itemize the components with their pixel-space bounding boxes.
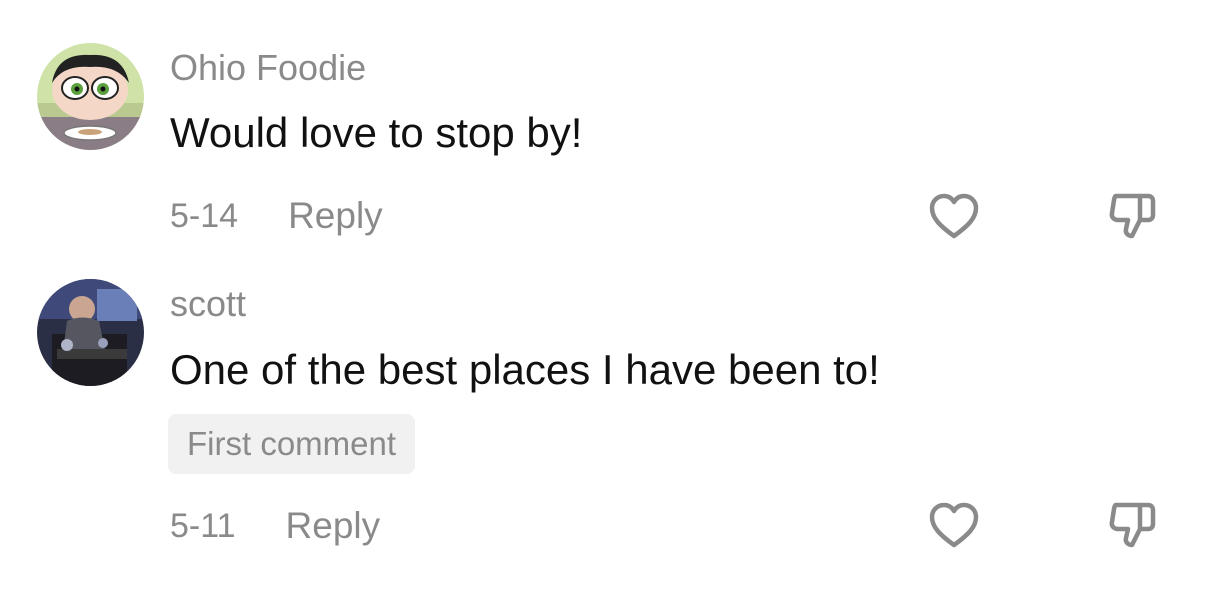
comment-meta: 5-14 Reply — [170, 195, 383, 237]
heart-icon — [929, 502, 979, 548]
comment-date: 5-11 — [170, 506, 236, 545]
comment-date: 5-14 — [170, 196, 239, 235]
dislike-button[interactable] — [1104, 188, 1160, 244]
username[interactable]: scott — [170, 286, 246, 322]
username[interactable]: Ohio Foodie — [170, 50, 366, 86]
reply-button[interactable]: Reply — [288, 195, 383, 237]
avatar[interactable] — [37, 43, 144, 150]
dislike-button[interactable] — [1104, 497, 1160, 553]
comment-meta: 5-11 Reply — [170, 505, 381, 547]
avatar[interactable] — [37, 279, 144, 386]
thumbs-down-icon — [1109, 502, 1156, 548]
comment-item: scott One of the best places I have been… — [0, 260, 1206, 596]
like-button[interactable] — [926, 497, 982, 553]
comment-text: Would love to stop by! — [170, 109, 583, 156]
first-comment-badge: First comment — [168, 414, 416, 474]
thumbs-down-icon — [1109, 193, 1156, 239]
comment-text: One of the best places I have been to! — [170, 346, 880, 393]
reply-button[interactable]: Reply — [286, 505, 381, 547]
heart-icon — [929, 193, 979, 239]
like-button[interactable] — [926, 188, 982, 244]
comment-item: Ohio Foodie Would love to stop by! 5-14 … — [0, 0, 1206, 260]
